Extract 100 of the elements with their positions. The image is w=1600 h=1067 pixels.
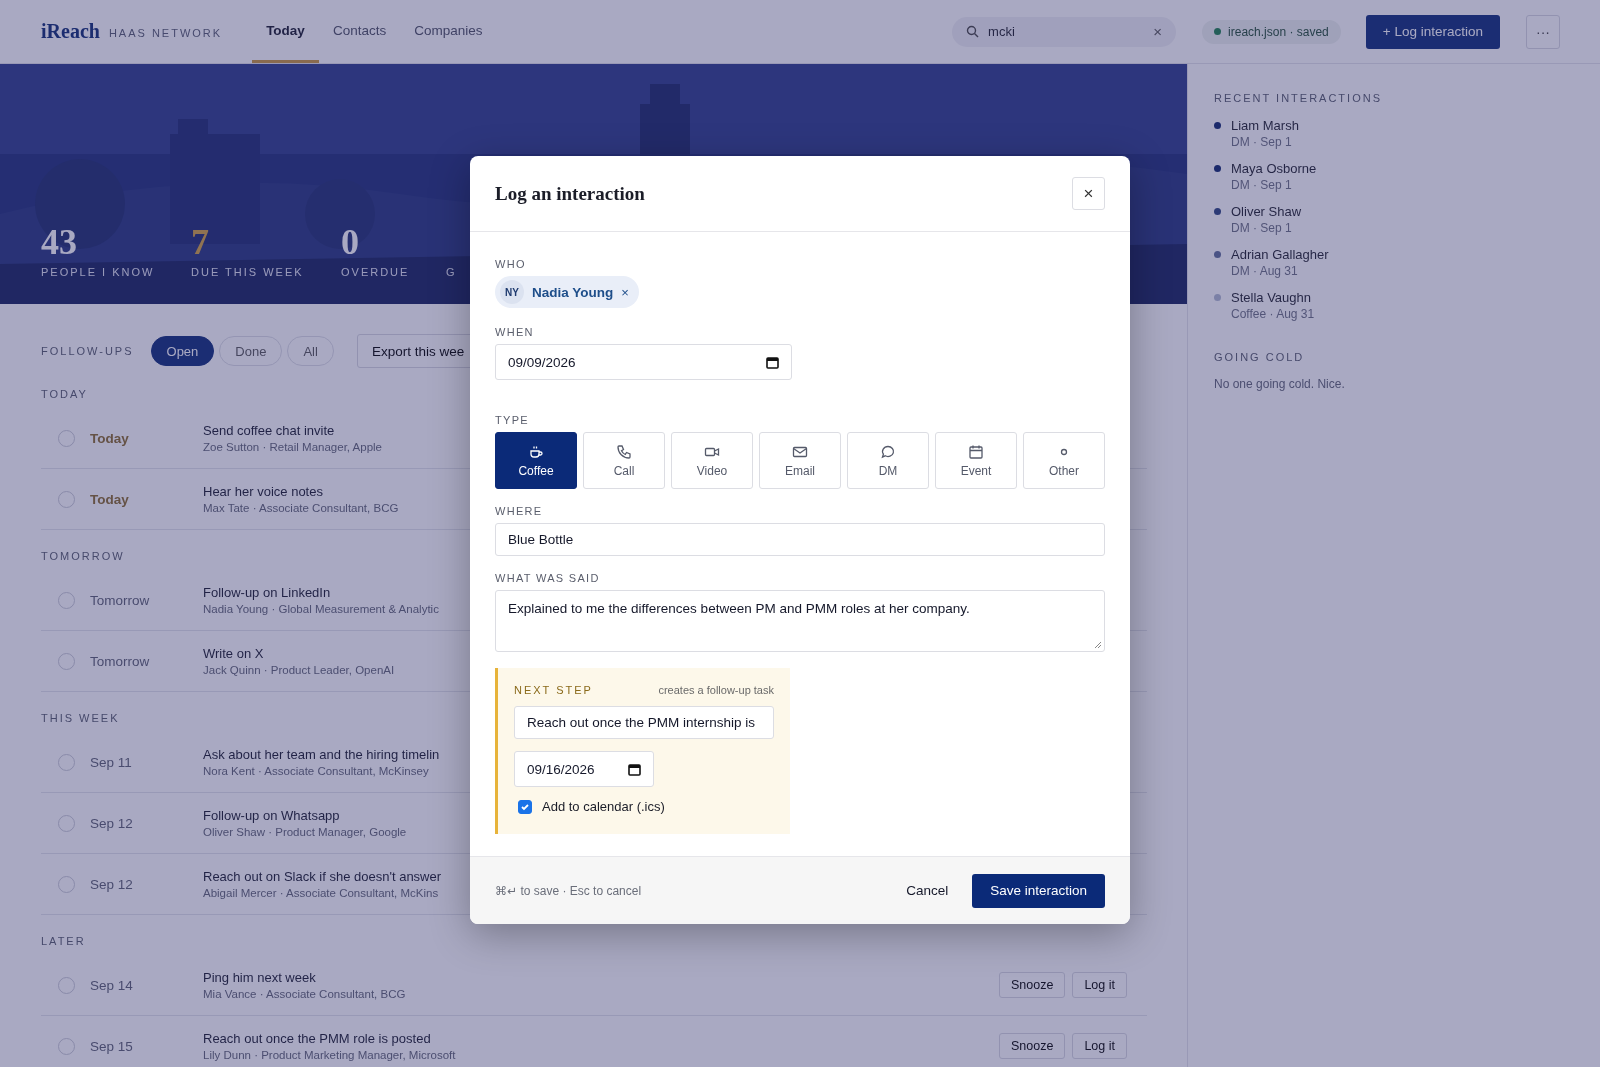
nav-tab[interactable]: Companies bbox=[400, 0, 497, 63]
search-icon bbox=[966, 25, 980, 38]
group-heading: LATER bbox=[41, 935, 86, 949]
task-contact: Zoe Sutton · Retail Manager, Apple bbox=[203, 441, 382, 453]
shortcut-hint: ⌘↵ to save · Esc to cancel bbox=[495, 883, 643, 898]
type-option[interactable]: Event bbox=[935, 432, 1017, 489]
task-contact: Nadia Young · Global Measurement & Analytic bbox=[203, 603, 439, 615]
field-label: WHEN bbox=[495, 326, 535, 338]
nav-tab[interactable]: Contacts bbox=[318, 0, 401, 63]
contact-name[interactable]: Adrian Gallagher bbox=[1231, 247, 1329, 262]
stat-label: PEOPLE I KNOW bbox=[41, 266, 156, 278]
stat-label: DUE THIS WEEK bbox=[191, 266, 305, 278]
field-label: WHO bbox=[495, 258, 527, 270]
task-contact: Lily Dunn · Product Marketing Manager, Microsoft bbox=[203, 1049, 456, 1061]
more-button[interactable]: ··· bbox=[1526, 14, 1560, 49]
remove-button[interactable]: × bbox=[621, 284, 629, 300]
due-date: Tomorrow bbox=[90, 653, 151, 669]
type-option[interactable]: Coffee bbox=[495, 432, 577, 489]
task-title: Follow-up on LinkedIn bbox=[203, 585, 332, 600]
contact-name[interactable]: Stella Vaughn bbox=[1231, 290, 1311, 305]
interaction-meta: DM · Aug 31 bbox=[1231, 264, 1299, 278]
resize-handle-icon[interactable] bbox=[1094, 641, 1102, 649]
date-field[interactable]: 09/16/2026 bbox=[514, 751, 654, 787]
row-action-button[interactable]: Snooze bbox=[999, 972, 1066, 998]
group-heading: TODAY bbox=[41, 388, 88, 402]
contact-chip[interactable]: NY Nadia Young × bbox=[495, 276, 639, 308]
interaction-meta: Coffee · Aug 31 bbox=[1231, 307, 1316, 321]
section-label: GOING COLD bbox=[1214, 351, 1306, 363]
contact-name[interactable]: Maya Osborne bbox=[1231, 161, 1317, 176]
task-contact: Oliver Shaw · Product Manager, Google bbox=[203, 826, 407, 838]
group-heading: THIS WEEK bbox=[41, 712, 120, 726]
type-option[interactable]: Video bbox=[671, 432, 753, 489]
row-action-button[interactable]: Snooze bbox=[999, 1033, 1066, 1059]
avatar: NY bbox=[500, 280, 524, 304]
phone-icon bbox=[616, 443, 632, 460]
contact-name[interactable]: Liam Marsh bbox=[1231, 118, 1299, 133]
search-field[interactable]: mcki × bbox=[952, 16, 1177, 47]
cancel-button[interactable]: Cancel bbox=[902, 877, 953, 904]
chat-bubble-icon bbox=[880, 443, 896, 460]
task-contact: Abigail Mercer · Associate Consultant, McKins bbox=[203, 887, 440, 899]
field-label: WHERE bbox=[495, 505, 544, 517]
due-date: Sep 15 bbox=[90, 1038, 134, 1054]
section-label: FOLLOW-UPS bbox=[41, 345, 134, 357]
task-title: Follow-up on Whatsapp bbox=[203, 808, 341, 823]
empty-message: No one going cold. Nice. bbox=[1214, 377, 1346, 391]
type-option[interactable]: Email bbox=[759, 432, 841, 489]
due-date: Tomorrow bbox=[90, 592, 151, 608]
date-field[interactable]: 09/09/2026 bbox=[495, 344, 792, 380]
calendar-icon[interactable] bbox=[628, 762, 641, 776]
task-contact: Nora Kent · Associate Consultant, McKinsey bbox=[203, 765, 430, 777]
type-option[interactable]: Call bbox=[583, 432, 665, 489]
row-action-button[interactable]: Log it bbox=[1072, 1033, 1127, 1059]
calendar-icon bbox=[968, 443, 984, 460]
section-label: NEXT STEP bbox=[514, 684, 593, 696]
save-button[interactable]: Save interaction bbox=[972, 873, 1105, 908]
due-date: Sep 12 bbox=[90, 815, 134, 831]
field-label: WHAT WAS SAID bbox=[495, 572, 601, 584]
interaction-meta: DM · Sep 1 bbox=[1231, 135, 1293, 149]
group-heading: TOMORROW bbox=[41, 550, 125, 564]
notes-field[interactable]: Explained to me the differences between PM and PMM roles at her company. bbox=[495, 590, 1105, 652]
task-title: Write on X bbox=[203, 646, 265, 661]
stat-label: OVERDUE bbox=[341, 266, 411, 278]
checkmark-icon bbox=[520, 801, 530, 812]
interaction-meta: DM · Sep 1 bbox=[1231, 178, 1293, 192]
stat-value: 43 bbox=[41, 224, 78, 260]
due-date: Today bbox=[90, 491, 130, 507]
clear-button[interactable]: × bbox=[1153, 23, 1163, 40]
stat-value: 0 bbox=[341, 224, 360, 260]
task-title: Reach out once the PMM role is posted bbox=[203, 1031, 432, 1046]
dialog-title: Log an interaction bbox=[495, 182, 645, 205]
checkbox[interactable] bbox=[518, 799, 532, 814]
filter-chip[interactable]: Done bbox=[219, 336, 283, 366]
app-logo[interactable]: iReach bbox=[41, 20, 100, 43]
contact-name[interactable]: Oliver Shaw bbox=[1231, 204, 1302, 219]
due-date: Sep 12 bbox=[90, 876, 134, 892]
due-date: Today bbox=[90, 430, 130, 446]
filter-chip[interactable]: Open bbox=[150, 336, 215, 366]
filter-chip[interactable]: All bbox=[287, 336, 334, 366]
task-contact: Jack Quinn · Product Leader, OpenAI bbox=[203, 664, 395, 676]
task-field[interactable]: Reach out once the PMM internship is bbox=[514, 706, 774, 739]
log-interaction-button[interactable]: + Log interaction bbox=[1365, 14, 1500, 49]
task-title: Hear her voice notes bbox=[203, 484, 324, 499]
due-date: Sep 11 bbox=[90, 754, 133, 770]
task-contact: Mia Vance · Associate Consultant, BCG bbox=[203, 988, 406, 1000]
section-label: RECENT INTERACTIONS bbox=[1214, 92, 1383, 104]
where-field[interactable]: Blue Bottle bbox=[495, 523, 1105, 556]
due-date: Sep 14 bbox=[90, 977, 134, 993]
checkbox-label[interactable]: Add to calendar (.ics) bbox=[542, 799, 665, 814]
task-title: Ping him next week bbox=[203, 970, 317, 985]
row-action-button[interactable]: Log it bbox=[1072, 972, 1127, 998]
task-title: Reach out on Slack if she doesn't answer bbox=[203, 869, 442, 884]
contact-name: Nadia Young bbox=[532, 284, 614, 300]
task-title: Send coffee chat invite bbox=[203, 423, 336, 438]
close-button[interactable]: × bbox=[1072, 177, 1105, 210]
interaction-meta: DM · Sep 1 bbox=[1231, 221, 1293, 235]
type-option[interactable]: DM bbox=[847, 432, 929, 489]
type-option[interactable]: Other bbox=[1023, 432, 1105, 489]
save-status-badge: ireach.json · saved bbox=[1202, 19, 1341, 44]
calendar-icon[interactable] bbox=[766, 355, 779, 369]
task-contact: Max Tate · Associate Consultant, BCG bbox=[203, 502, 399, 514]
